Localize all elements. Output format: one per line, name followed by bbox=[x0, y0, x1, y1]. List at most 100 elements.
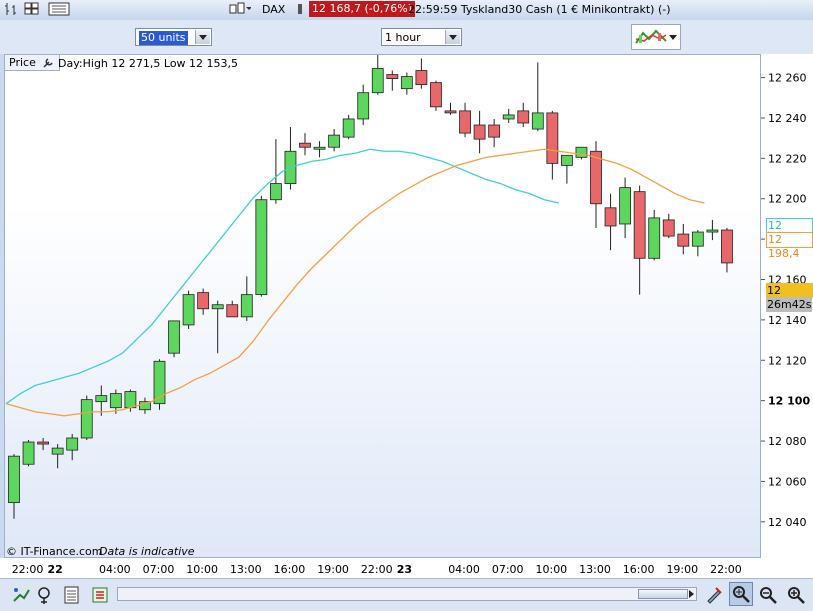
candle-body-up bbox=[124, 391, 137, 409]
delete-icon[interactable] bbox=[90, 585, 110, 605]
dropdown-arrow-icon[interactable] bbox=[669, 35, 677, 40]
candle bbox=[342, 114, 355, 140]
candle-body-down bbox=[677, 233, 690, 247]
candle bbox=[502, 108, 515, 123]
interval-select-value: 1 hour bbox=[385, 31, 421, 44]
candle-body-up bbox=[400, 76, 413, 90]
instrument-name[interactable]: DAX bbox=[262, 3, 285, 16]
candle-body-up bbox=[328, 134, 341, 148]
candle bbox=[211, 300, 224, 354]
chart-type-icon[interactable] bbox=[4, 1, 18, 20]
x-tick-label: 10:00 bbox=[186, 563, 218, 576]
scrollbar-thumb[interactable] bbox=[638, 589, 688, 599]
candle bbox=[8, 454, 20, 519]
copyright-text: © IT-Finance.com bbox=[6, 545, 103, 557]
candle bbox=[197, 288, 210, 315]
price-chart[interactable]: © IT-Finance.com Data is indicative bbox=[5, 55, 760, 557]
candle bbox=[284, 127, 297, 190]
candle bbox=[546, 110, 559, 180]
candle bbox=[371, 55, 384, 95]
y-tick-label: 12 240 bbox=[768, 112, 807, 125]
properties-icon[interactable] bbox=[62, 585, 82, 605]
y-tick-label: 12 100 bbox=[768, 395, 810, 408]
zoom-in-icon[interactable] bbox=[786, 585, 806, 605]
candle bbox=[168, 320, 180, 358]
candle bbox=[415, 58, 428, 89]
title-bar: DAX 12 168,7 (-0,76%) 22:59:59 Tyskland3… bbox=[0, 0, 813, 21]
candle bbox=[328, 129, 341, 152]
zoom-icon[interactable] bbox=[729, 582, 753, 606]
candle bbox=[153, 359, 166, 410]
candle-body-up bbox=[531, 112, 544, 130]
candle bbox=[313, 141, 326, 158]
windows-icon[interactable] bbox=[24, 2, 40, 19]
dropdown-arrow-icon[interactable] bbox=[445, 30, 460, 44]
y-tick-label: 12 200 bbox=[768, 193, 807, 206]
candle-body-up bbox=[80, 399, 93, 439]
drawing-tools-icon[interactable] bbox=[11, 585, 31, 605]
candle bbox=[531, 62, 544, 132]
y-tick-label: 12 080 bbox=[768, 435, 807, 448]
candle bbox=[80, 395, 93, 441]
x-tick-label: 23 bbox=[397, 563, 412, 576]
x-tick-label: 07:00 bbox=[143, 563, 175, 576]
zoom-out-icon[interactable] bbox=[758, 585, 778, 605]
x-tick-label: 04:00 bbox=[448, 563, 480, 576]
pen-tool-icon[interactable] bbox=[704, 585, 724, 605]
ma-slow-label: 12 198,4 bbox=[766, 232, 813, 260]
indicator-button[interactable] bbox=[631, 24, 681, 50]
candle bbox=[648, 209, 661, 261]
candle-body-up bbox=[691, 231, 704, 247]
candle-body-up bbox=[269, 183, 282, 201]
candle-body-down bbox=[721, 229, 733, 264]
candle-body-up bbox=[182, 294, 195, 326]
instrument-icon[interactable] bbox=[229, 2, 252, 19]
y-tick-label: 12 040 bbox=[768, 516, 807, 529]
candle bbox=[691, 230, 704, 257]
candle bbox=[240, 276, 253, 321]
candle bbox=[488, 118, 501, 148]
candle-body-down bbox=[299, 142, 311, 148]
x-tick-label: 13:00 bbox=[230, 563, 262, 576]
candle-body-down bbox=[226, 304, 239, 318]
candle bbox=[37, 438, 49, 451]
candle-body-up bbox=[66, 437, 79, 451]
grid-icon[interactable] bbox=[48, 1, 70, 20]
chart-scrollbar[interactable] bbox=[117, 587, 697, 601]
bottom-toolbar bbox=[0, 578, 813, 611]
candle-body-down bbox=[473, 124, 486, 140]
candle bbox=[269, 139, 282, 204]
candle-body-up bbox=[706, 229, 719, 233]
price-button[interactable]: Price bbox=[4, 54, 61, 71]
candle-body-up bbox=[648, 217, 661, 259]
candle bbox=[459, 102, 471, 138]
candle bbox=[604, 193, 617, 251]
x-tick-label: 04:00 bbox=[99, 563, 131, 576]
interval-select[interactable]: 1 hour bbox=[381, 28, 462, 46]
candle-body-down bbox=[197, 292, 210, 310]
candle-body-down bbox=[415, 70, 428, 86]
candle-body-down bbox=[459, 110, 471, 134]
candle-body-up bbox=[22, 441, 35, 465]
candle bbox=[633, 185, 646, 295]
candle-body-down bbox=[633, 191, 646, 259]
chart-plot-area[interactable]: © IT-Finance.com Data is indicative bbox=[4, 54, 761, 558]
candle-body-up bbox=[357, 92, 370, 120]
candle-body-up bbox=[8, 455, 20, 504]
candle bbox=[430, 80, 442, 111]
toolbar: 50 units 1 hour bbox=[0, 20, 813, 54]
scroll-right-icon[interactable] bbox=[685, 588, 697, 600]
dropdown-arrow-icon[interactable] bbox=[195, 30, 210, 44]
x-tick-label: 16:00 bbox=[623, 563, 655, 576]
indicator-icon bbox=[634, 27, 668, 50]
candle bbox=[386, 70, 399, 91]
candle-body-up bbox=[240, 294, 253, 318]
units-select[interactable]: 50 units bbox=[135, 28, 212, 46]
candle-body-up bbox=[95, 395, 108, 403]
candle-body-down bbox=[604, 207, 617, 227]
candle-body-up bbox=[211, 304, 224, 310]
countdown-label: 26m42s bbox=[766, 297, 813, 312]
crosshair-icon[interactable] bbox=[36, 585, 56, 605]
candle-body-up bbox=[575, 146, 588, 158]
candle-body-down bbox=[546, 112, 559, 164]
